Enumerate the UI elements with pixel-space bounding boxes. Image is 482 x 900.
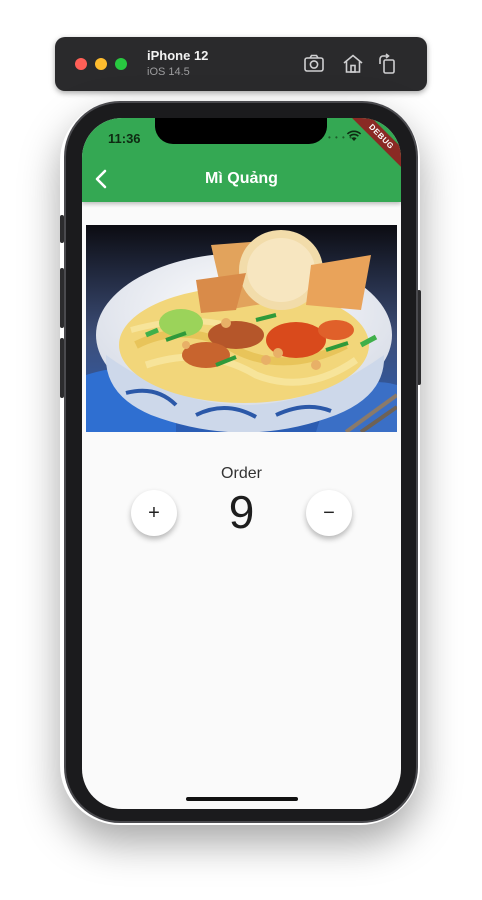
increment-button[interactable]: + bbox=[131, 490, 177, 536]
order-quantity: 9 bbox=[228, 486, 255, 538]
wifi-icon bbox=[346, 130, 362, 141]
zoom-window-button[interactable] bbox=[115, 58, 127, 70]
simulator-toolbar: iPhone 12 iOS 14.5 bbox=[55, 37, 427, 91]
phone-screen: 11:36 • • • • DEBUG Mì Quảng Order + 9 − bbox=[82, 118, 401, 809]
page-title: Mì Quảng bbox=[205, 170, 278, 187]
os-version: iOS 14.5 bbox=[147, 66, 190, 78]
notch bbox=[155, 118, 327, 144]
status-time: 11:36 bbox=[108, 131, 141, 146]
home-icon[interactable] bbox=[341, 52, 365, 76]
minimize-window-button[interactable] bbox=[95, 58, 107, 70]
debug-banner: DEBUG bbox=[347, 118, 401, 171]
device-name: iPhone 12 bbox=[147, 48, 209, 63]
screenshot-icon[interactable] bbox=[302, 52, 326, 76]
order-label: Order bbox=[221, 465, 262, 482]
food-image bbox=[86, 225, 397, 432]
plus-icon: + bbox=[148, 501, 160, 524]
rotate-icon[interactable] bbox=[376, 52, 400, 76]
close-window-button[interactable] bbox=[75, 58, 87, 70]
minus-icon: − bbox=[323, 501, 335, 524]
decrement-button[interactable]: − bbox=[306, 490, 352, 536]
home-indicator bbox=[186, 797, 298, 801]
app-bar: 11:36 • • • • DEBUG Mì Quảng bbox=[82, 118, 401, 202]
